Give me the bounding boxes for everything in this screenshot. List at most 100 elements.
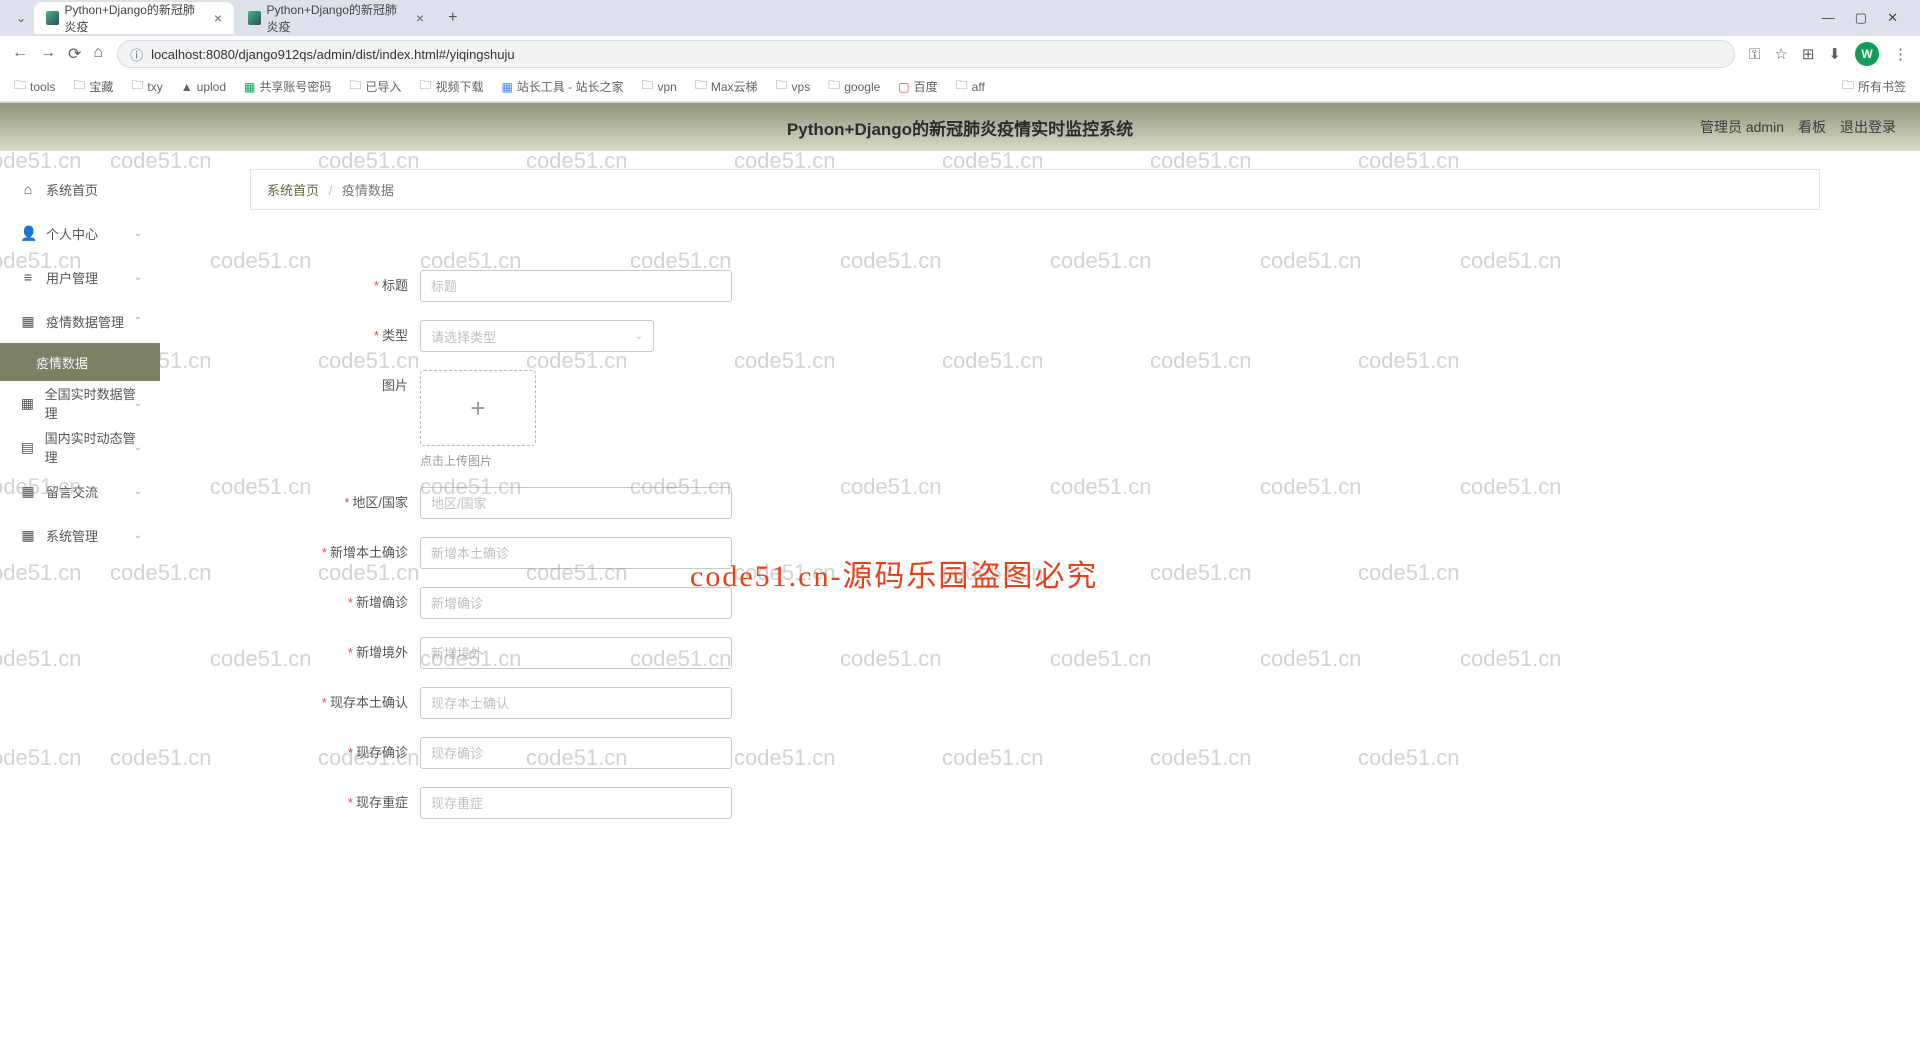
breadcrumb-sep: / [329, 183, 333, 198]
favicon-icon [248, 11, 260, 25]
sidebar-sub-epidemic-data[interactable]: 疫情数据 [0, 343, 160, 381]
reload-button[interactable]: ⟳ [68, 44, 81, 64]
browser-tab-1[interactable]: Python+Django的新冠肺炎疫 × [236, 2, 436, 34]
key-icon[interactable]: ⚿ [1749, 46, 1760, 63]
sidebar-item-national[interactable]: ▦ 全国实时数据管理 ⌄ [0, 381, 160, 425]
input-title[interactable] [420, 270, 732, 302]
tab-title: Python+Django的新冠肺炎疫 [65, 1, 202, 35]
sidebar-sub-label: 疫情数据 [36, 353, 88, 372]
app-header: Python+Django的新冠肺炎疫情实时监控系统 管理员 admin 看板 … [0, 103, 1920, 151]
menu-icon[interactable]: ⋮ [1893, 45, 1908, 63]
grid-icon: ▦ [20, 527, 36, 544]
label-type: *类型 [300, 320, 420, 352]
bookmark-item[interactable]: ▢百度 [898, 78, 937, 95]
breadcrumb: 系统首页 / 疫情数据 [250, 169, 1820, 210]
label-title: *标题 [300, 270, 420, 302]
sidebar-label: 留言交流 [46, 482, 98, 501]
input-exist-severe[interactable] [420, 787, 732, 819]
bookmark-item[interactable]: 🗀已导入 [349, 76, 401, 97]
sidebar-label: 系统首页 [46, 180, 98, 199]
bookmark-star-icon[interactable]: ☆ [1774, 45, 1787, 63]
bookmark-item[interactable]: 🗀vpn [641, 76, 676, 97]
tab-bar: ⌄ Python+Django的新冠肺炎疫 × Python+Django的新冠… [0, 0, 1920, 36]
sidebar-item-epidemic-data[interactable]: ▦ 疫情数据管理 ⌃ [0, 299, 160, 343]
input-exist-local[interactable] [420, 687, 732, 719]
home-button[interactable]: ⌂ [93, 44, 103, 64]
bookmark-bar: 🗀tools 🗀宝藏 🗀txy ▲uplod ▦共享账号密码 🗀已导入 🗀视频下… [0, 72, 1920, 102]
app-title: Python+Django的新冠肺炎疫情实时监控系统 [787, 115, 1133, 140]
bookmark-item[interactable]: 🗀tools [14, 76, 55, 97]
chevron-down-icon: ⌄ [134, 228, 142, 239]
grid-icon: ▦ [20, 483, 36, 500]
extensions-icon[interactable]: ⊞ [1802, 45, 1815, 63]
bookmark-item[interactable]: 🗀视频下载 [419, 76, 483, 97]
site-info-icon[interactable]: ⓘ [130, 45, 143, 64]
upload-image[interactable]: + [420, 370, 536, 446]
chevron-up-icon: ⌃ [134, 316, 142, 327]
address-bar: ← → ⟳ ⌂ ⓘ localhost:8080/django912qs/adm… [0, 36, 1920, 72]
input-region[interactable] [420, 487, 732, 519]
chevron-down-icon: ⌄ [134, 530, 142, 541]
select-type[interactable]: 请选择类型 ⌄ [420, 320, 654, 352]
sidebar-item-system[interactable]: ▦ 系统管理 ⌄ [0, 513, 160, 557]
breadcrumb-current: 疫情数据 [342, 183, 394, 198]
profile-avatar[interactable]: W [1855, 42, 1879, 66]
addr-icons: ⚿ ☆ ⊞ ⬇ W ⋮ [1749, 42, 1908, 66]
watermark-center: code51.cn-源码乐园盗图必究 [690, 551, 1098, 595]
label-exist-severe: *现存重症 [300, 787, 420, 819]
sidebar-item-message[interactable]: ▦ 留言交流 ⌄ [0, 469, 160, 513]
url-input[interactable]: ⓘ localhost:8080/django912qs/admin/dist/… [117, 40, 1735, 68]
header-right: 管理员 admin 看板 退出登录 [1700, 117, 1896, 137]
home-icon: ⌂ [20, 181, 36, 197]
bookmark-item[interactable]: ▦站长工具 - 站长之家 [501, 78, 623, 95]
sidebar-label: 个人中心 [46, 224, 98, 243]
close-icon[interactable]: × [214, 10, 222, 26]
input-new-overseas[interactable] [420, 637, 732, 669]
bookmark-item[interactable]: 🗀txy [131, 76, 162, 97]
label-new-overseas: *新增境外 [300, 637, 420, 669]
upload-hint: 点击上传图片 [420, 452, 536, 469]
bookmark-item[interactable]: 🗀Max云梯 [695, 76, 758, 97]
back-button[interactable]: ← [12, 44, 28, 64]
maximize-icon[interactable]: ▢ [1855, 10, 1867, 26]
plus-icon: + [470, 393, 485, 424]
grid-icon: ▦ [20, 313, 36, 330]
sidebar-item-profile[interactable]: 👤 个人中心 ⌄ [0, 211, 160, 255]
sidebar-label: 疫情数据管理 [46, 312, 124, 331]
sidebar: ⌂ 系统首页 👤 个人中心 ⌄ ≡ 用户管理 ⌄ ▦ 疫情数据管理 ⌃ 疫情数据… [0, 151, 160, 1037]
tab-dropdown[interactable]: ⌄ [8, 11, 34, 25]
sidebar-item-home[interactable]: ⌂ 系统首页 [0, 167, 160, 211]
main-content: 系统首页 / 疫情数据 *标题 *类型 请选择类型 ⌄ 图片 + [160, 151, 1920, 1037]
all-bookmarks[interactable]: 🗀所有书签 [1842, 76, 1906, 97]
kanban-link[interactable]: 看板 [1798, 117, 1826, 137]
minimize-icon[interactable]: — [1822, 10, 1835, 26]
close-window-icon[interactable]: ✕ [1887, 10, 1898, 26]
bookmark-item[interactable]: ▲uplod [181, 80, 226, 94]
window-controls: — ▢ ✕ [1822, 10, 1912, 26]
input-new-local[interactable] [420, 537, 732, 569]
label-exist-local: *现存本土确认 [300, 687, 420, 719]
new-tab-button[interactable]: + [438, 9, 467, 27]
user-label[interactable]: 管理员 admin [1700, 117, 1784, 137]
download-icon[interactable]: ⬇ [1828, 45, 1841, 63]
browser-tab-0[interactable]: Python+Django的新冠肺炎疫 × [34, 2, 234, 34]
bookmark-item[interactable]: 🗀vps [776, 76, 811, 97]
breadcrumb-home[interactable]: 系统首页 [267, 183, 319, 198]
rows-icon: ▤ [20, 439, 35, 456]
input-exist-confirm[interactable] [420, 737, 732, 769]
chevron-down-icon: ⌄ [134, 486, 142, 497]
sidebar-label: 系统管理 [46, 526, 98, 545]
bookmark-item[interactable]: 🗀google [828, 76, 880, 97]
forward-button[interactable]: → [40, 44, 56, 64]
close-icon[interactable]: × [416, 10, 424, 26]
bookmark-item[interactable]: 🗀aff [956, 76, 985, 97]
browser-chrome: ⌄ Python+Django的新冠肺炎疫 × Python+Django的新冠… [0, 0, 1920, 103]
input-new-confirm[interactable] [420, 587, 732, 619]
sidebar-item-domestic[interactable]: ▤ 国内实时动态管理 ⌄ [0, 425, 160, 469]
bookmark-item[interactable]: ▦共享账号密码 [244, 78, 331, 95]
bookmark-item[interactable]: 🗀宝藏 [73, 76, 113, 97]
logout-link[interactable]: 退出登录 [1840, 117, 1896, 137]
sidebar-label: 用户管理 [46, 268, 98, 287]
sidebar-item-users[interactable]: ≡ 用户管理 ⌄ [0, 255, 160, 299]
grid-icon: ▦ [20, 395, 35, 412]
